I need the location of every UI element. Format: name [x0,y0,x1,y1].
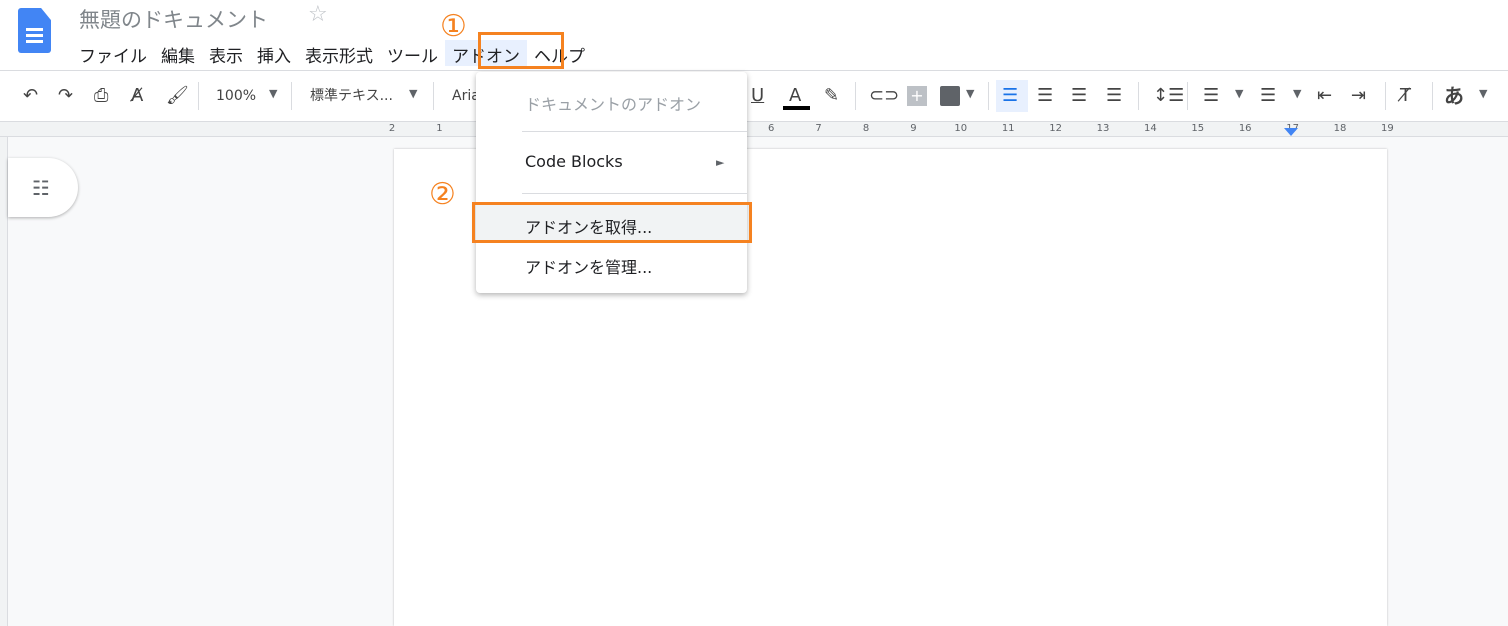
menu-item-code-blocks[interactable]: Code Blocks [525,152,623,171]
ruler-tick-label: 1 [436,123,443,134]
ruler-tick-label: 16 [1238,123,1252,134]
ruler-tick-label: 10 [954,123,968,134]
decrease-indent-icon[interactable]: ⇤ [1317,85,1332,107]
right-indent-marker[interactable] [1284,128,1298,136]
ruler-tick-label: 6 [768,123,775,134]
ruler-tick-label: 8 [862,123,870,134]
menu-insert[interactable]: 挿入 [250,40,298,67]
menu-tools[interactable]: ツール [380,40,445,67]
menu-edit[interactable]: 編集 [154,40,202,67]
ruler-tick-label: 15 [1191,123,1205,134]
highlight-box-get-addons [472,202,752,243]
document-title[interactable]: 無題のドキュメント [79,4,268,34]
ruler-tick-label: 12 [1049,123,1062,134]
align-right-icon[interactable]: ☰ [1071,85,1087,107]
star-icon[interactable]: ☆ [308,2,328,27]
ruler-tick-label: 7 [815,123,822,134]
annotation-step-2: ② [429,177,456,212]
text-color-swatch [783,106,810,110]
submenu-arrow-icon: ► [716,156,725,169]
zoom-select[interactable]: 100% [216,86,256,106]
chevron-down-icon[interactable]: ▼ [269,87,277,100]
menu-view[interactable]: 表示 [202,40,250,67]
menu-format[interactable]: 表示形式 [298,40,380,67]
link-icon[interactable]: ⊂⊃ [869,85,899,107]
chevron-down-icon[interactable]: ▼ [409,87,417,100]
ruler-tick-label: 11 [1001,123,1015,134]
style-select[interactable]: 標準テキス... [310,86,393,106]
input-tools-button[interactable]: あ [1444,85,1464,107]
vertical-ruler[interactable] [0,137,8,626]
document-outline-button[interactable]: ☷ [8,158,78,217]
increase-indent-icon[interactable]: ⇥ [1351,85,1366,107]
chevron-down-icon[interactable]: ▼ [966,87,974,100]
addons-dropdown-menu: ドキュメントのアドオン Code Blocks ► アドオンを取得... アドオ… [476,72,747,293]
line-spacing-icon[interactable]: ↕☰ [1153,85,1184,107]
menu-item-manage-addons[interactable]: アドオンを管理... [525,254,652,278]
ruler-tick-label: 13 [1096,123,1110,134]
underline-button[interactable]: U [751,85,764,107]
align-center-icon[interactable]: ☰ [1037,85,1053,107]
clear-formatting-icon[interactable]: T̸ [1400,85,1411,107]
ruler-tick-label: 2 [388,123,396,134]
add-comment-icon[interactable]: + [907,86,927,106]
menu-file[interactable]: ファイル [72,40,154,67]
ruler-tick-label: 18 [1333,123,1347,134]
redo-icon[interactable]: ↷ [58,85,73,107]
outline-list-icon: ☷ [32,176,50,200]
paint-format-icon[interactable]: 🖌 [166,85,189,107]
horizontal-ruler[interactable]: 2112345678910111213141516171819 [0,121,1508,137]
text-color-button[interactable]: A [789,85,801,107]
image-icon[interactable] [940,86,960,106]
docs-logo[interactable] [18,8,51,53]
chevron-down-icon[interactable]: ▼ [1235,87,1243,100]
spellcheck-icon[interactable]: A̸ [131,85,143,107]
annotation-step-1: ① [440,9,467,44]
highlight-box-addons [478,32,564,69]
justify-icon[interactable]: ☰ [1106,85,1122,107]
undo-icon[interactable]: ↶ [23,85,38,107]
align-left-icon[interactable]: ☰ [1002,85,1018,107]
bulleted-list-icon[interactable]: ☰ [1260,85,1276,107]
print-icon[interactable]: ⎙ [94,85,108,107]
chevron-down-icon[interactable]: ▼ [1479,87,1487,100]
ruler-tick-label: 9 [910,123,917,134]
highlight-icon[interactable]: ✎ [824,85,839,107]
numbered-list-icon[interactable]: ☰ [1203,85,1219,107]
chevron-down-icon[interactable]: ▼ [1293,87,1301,100]
ruler-tick-label: 14 [1144,123,1157,134]
menu-header-document-addons: ドキュメントのアドオン [525,95,702,114]
ruler-tick-label: 19 [1381,123,1394,134]
